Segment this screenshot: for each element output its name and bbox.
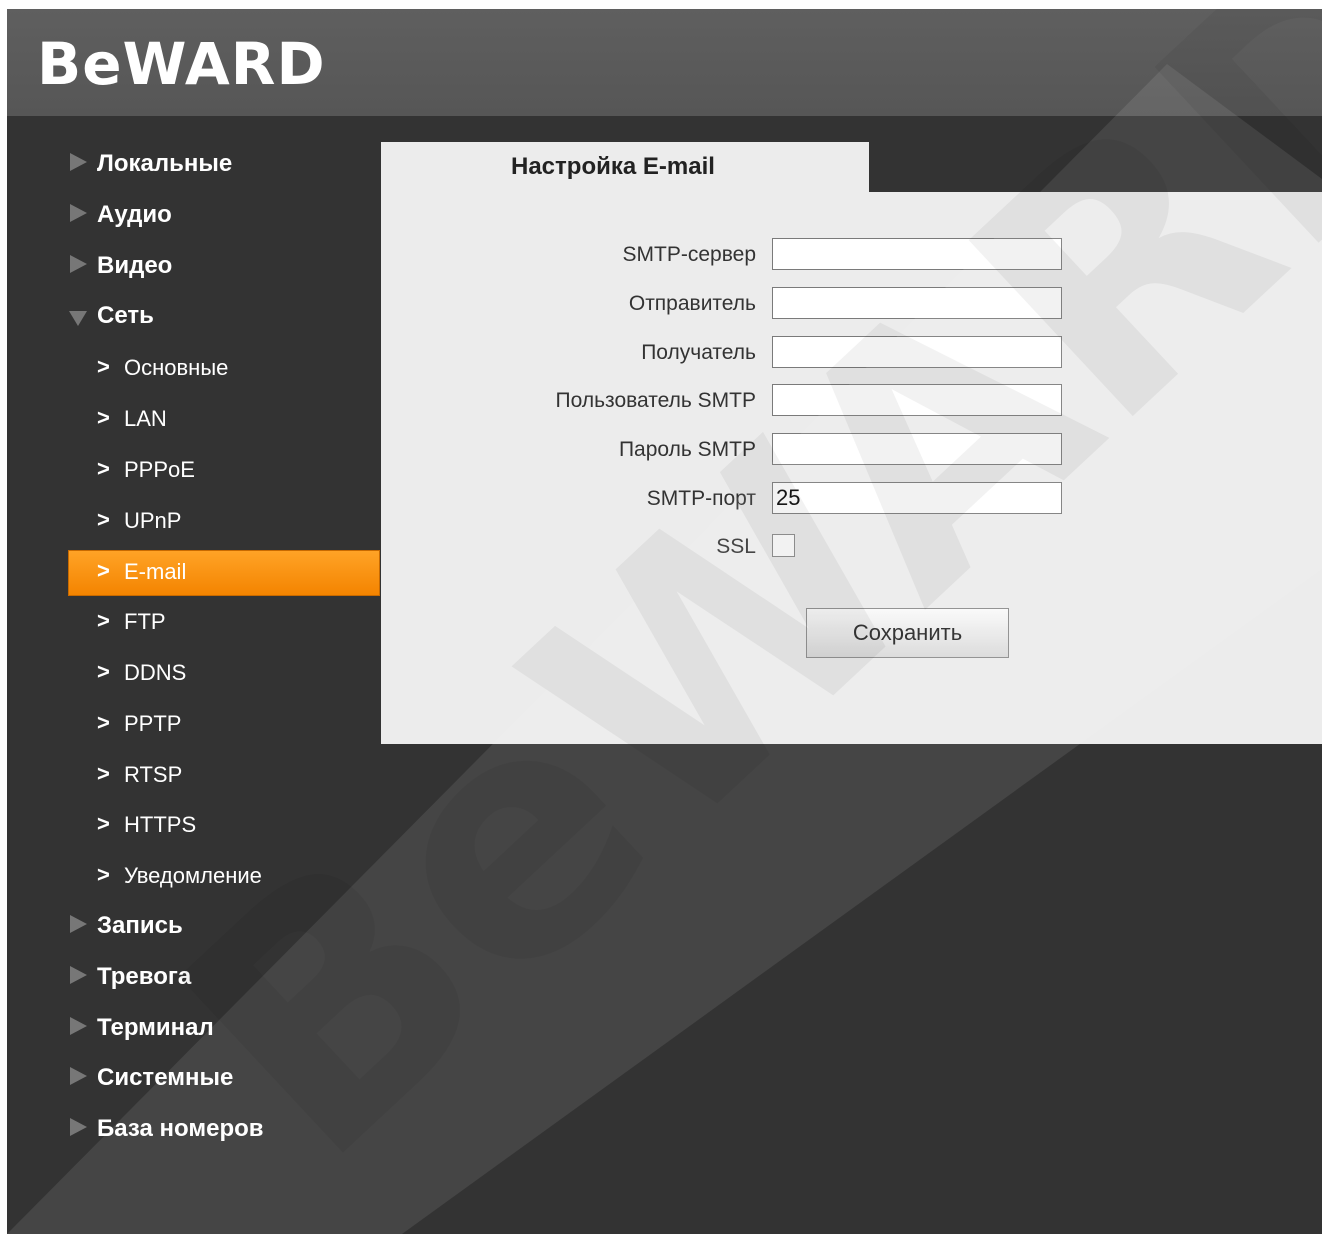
smtp-password-label: Пароль SMTP bbox=[618, 438, 756, 461]
chevron-right-icon: > bbox=[97, 608, 110, 634]
sidebar-subitem-label: E-mail bbox=[124, 559, 187, 585]
smtp-user-row: Пользователь SMTP bbox=[381, 384, 1322, 420]
sidebar-subitem-label: Уведомление bbox=[124, 863, 262, 889]
chevron-right-icon: > bbox=[97, 404, 110, 430]
chevron-right-icon: > bbox=[97, 455, 110, 481]
sidebar-subitem-ftp[interactable]: > FTP bbox=[7, 599, 380, 650]
chevron-right-icon: > bbox=[97, 558, 110, 584]
smtp-password-row: Пароль SMTP bbox=[381, 433, 1322, 469]
sender-input[interactable] bbox=[772, 287, 1062, 319]
sidebar-item-label: Аудио bbox=[97, 200, 172, 228]
sidebar-subitem-basic[interactable]: > Основные bbox=[7, 345, 380, 396]
sidebar-subitem-upnp[interactable]: > UPnP bbox=[7, 498, 380, 549]
chevron-right-icon: > bbox=[97, 658, 110, 684]
sidebar-item-audio[interactable]: Аудио bbox=[7, 193, 380, 244]
beward-logo: BeWARD bbox=[37, 30, 326, 98]
ssl-row: SSL bbox=[381, 530, 1322, 566]
smtp-port-row: SMTP-порт bbox=[381, 482, 1322, 518]
smtp-user-input[interactable] bbox=[772, 384, 1062, 416]
ssl-checkbox[interactable] bbox=[772, 534, 795, 557]
sidebar: Локальные Аудио Видео Сеть > Основные > … bbox=[7, 142, 380, 1158]
sidebar-item-local[interactable]: Локальные bbox=[7, 142, 380, 193]
ssl-label: SSL bbox=[716, 535, 756, 558]
sidebar-subitem-label: DDNS bbox=[124, 659, 187, 685]
chevron-right-icon: > bbox=[97, 811, 110, 837]
sidebar-subitem-label: FTP bbox=[124, 609, 166, 635]
sender-label: Отправитель bbox=[628, 292, 756, 315]
smtp-server-input[interactable] bbox=[772, 238, 1062, 270]
sidebar-item-label: Видео bbox=[97, 251, 173, 279]
triangle-right-icon bbox=[70, 203, 87, 222]
sidebar-subitem-pppoe[interactable]: > PPPoE bbox=[7, 447, 380, 498]
sidebar-item-terminal[interactable]: Терминал bbox=[7, 1006, 380, 1057]
sender-row: Отправитель bbox=[381, 287, 1322, 323]
sidebar-item-label: Терминал bbox=[97, 1013, 214, 1041]
triangle-right-icon bbox=[70, 254, 87, 273]
sidebar-item-label: База номеров bbox=[97, 1115, 264, 1143]
sidebar-subitem-https[interactable]: > HTTPS bbox=[7, 802, 380, 853]
sidebar-item-system[interactable]: Системные bbox=[7, 1056, 380, 1107]
sidebar-subitem-notification[interactable]: > Уведомление bbox=[7, 853, 380, 904]
smtp-password-input[interactable] bbox=[772, 433, 1062, 465]
smtp-port-label: SMTP-порт bbox=[646, 487, 756, 510]
sidebar-item-video[interactable]: Видео bbox=[7, 244, 380, 295]
tab-title: Настройка E-mail bbox=[511, 153, 715, 180]
sidebar-subitem-label: UPnP bbox=[124, 507, 182, 533]
recipient-row: Получатель bbox=[381, 336, 1322, 372]
sidebar-subitem-label: HTTPS bbox=[124, 812, 197, 838]
sidebar-item-label: Системные bbox=[97, 1064, 234, 1092]
chevron-right-icon: > bbox=[97, 354, 110, 380]
chevron-right-icon: > bbox=[97, 862, 110, 888]
sidebar-subitem-label: PPTP bbox=[124, 710, 182, 736]
sidebar-subitem-rtsp[interactable]: > RTSP bbox=[7, 752, 380, 803]
recipient-label: Получатель bbox=[641, 341, 756, 364]
sidebar-subitem-email[interactable]: > E-mail bbox=[68, 550, 380, 597]
sidebar-item-network[interactable]: Сеть bbox=[7, 294, 380, 345]
sidebar-item-label: Тревога bbox=[97, 962, 192, 990]
chevron-right-icon: > bbox=[97, 709, 110, 735]
smtp-server-label: SMTP-сервер bbox=[622, 243, 756, 266]
sidebar-item-label: Сеть bbox=[97, 302, 154, 330]
save-button[interactable]: Сохранить bbox=[806, 608, 1009, 658]
triangle-right-icon bbox=[70, 914, 87, 933]
email-settings-panel: SMTP-сервер Отправитель Получатель Польз… bbox=[381, 192, 1322, 744]
sidebar-subitem-lan[interactable]: > LAN bbox=[7, 396, 380, 447]
sidebar-subitem-ddns[interactable]: > DDNS bbox=[7, 650, 380, 701]
smtp-port-input[interactable] bbox=[772, 482, 1062, 514]
header-bar: BeWARD bbox=[7, 9, 1322, 116]
recipient-input[interactable] bbox=[772, 336, 1062, 368]
sidebar-subitem-label: PPPoE bbox=[124, 456, 195, 482]
triangle-right-icon bbox=[70, 1016, 87, 1035]
triangle-right-icon bbox=[70, 1067, 87, 1086]
triangle-right-icon bbox=[70, 153, 87, 171]
sidebar-item-label: Запись bbox=[97, 911, 183, 939]
triangle-right-icon bbox=[70, 1118, 87, 1137]
sidebar-subitem-pptp[interactable]: > PPTP bbox=[7, 701, 380, 752]
tab-email-settings[interactable]: Настройка E-mail bbox=[381, 142, 869, 194]
app-window: BeWARD Локальные Аудио Видео Сеть > Осно… bbox=[7, 9, 1322, 1234]
sidebar-subitem-label: LAN bbox=[124, 405, 167, 431]
sidebar-subitem-label: Основные bbox=[124, 355, 229, 381]
triangle-right-icon bbox=[70, 965, 87, 984]
smtp-user-label: Пользователь SMTP bbox=[555, 389, 756, 412]
chevron-right-icon: > bbox=[97, 760, 110, 786]
sidebar-item-label: Локальные bbox=[97, 150, 233, 177]
sidebar-item-number-database[interactable]: База номеров bbox=[7, 1107, 380, 1158]
smtp-server-row: SMTP-сервер bbox=[381, 238, 1322, 274]
triangle-down-icon bbox=[69, 311, 87, 327]
sidebar-item-alarm[interactable]: Тревога bbox=[7, 955, 380, 1006]
sidebar-item-record[interactable]: Запись bbox=[7, 904, 380, 955]
chevron-right-icon: > bbox=[97, 506, 110, 532]
sidebar-subitem-label: RTSP bbox=[124, 761, 183, 787]
